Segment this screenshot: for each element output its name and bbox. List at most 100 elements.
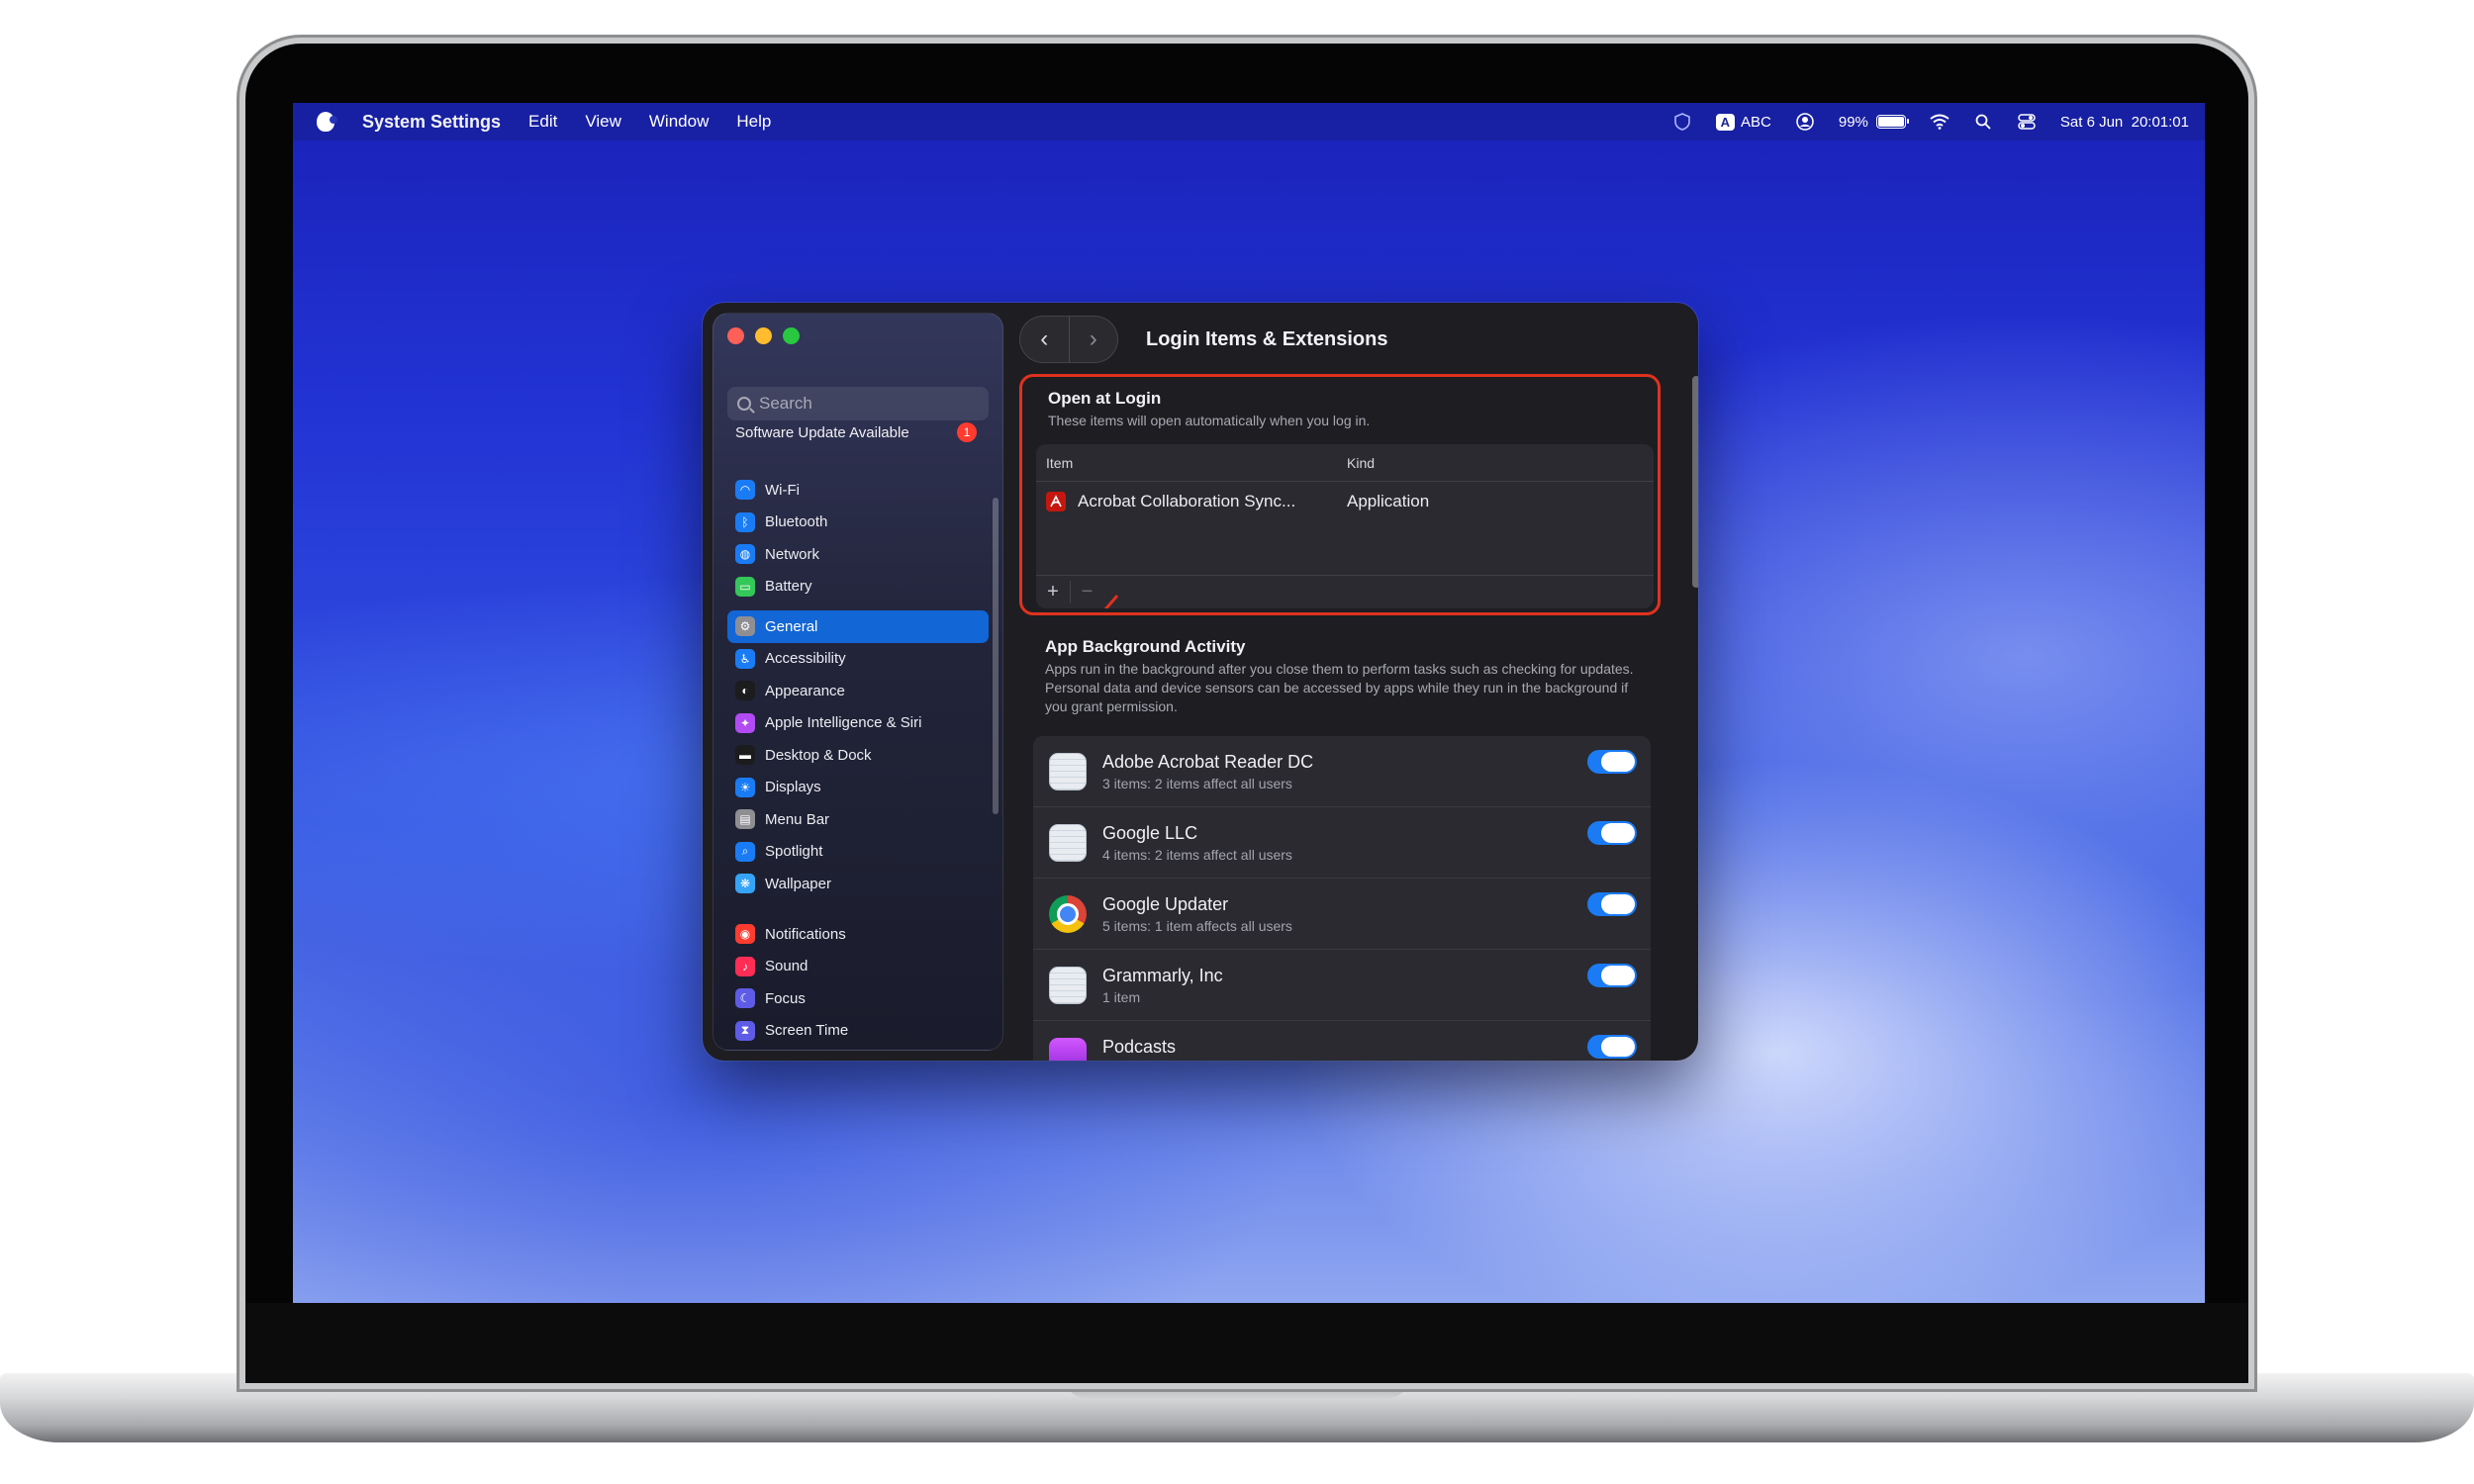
- forward-button[interactable]: ›: [1068, 317, 1118, 362]
- list-item: Google Updater 5 items: 1 item affects al…: [1033, 879, 1651, 950]
- sidebar-group-system: ⚙ General ♿ Accessibility ◐ Appearance ✦ Apple …: [727, 610, 989, 900]
- background-activity-list: Adobe Acrobat Reader DC 3 items: 2 items …: [1033, 736, 1651, 1061]
- list-item: Adobe Acrobat Reader DC 3 items: 2 items …: [1033, 736, 1651, 807]
- sidebar-scrollbar[interactable]: [993, 498, 999, 814]
- list-item: Podcasts 1 item: [1033, 1021, 1651, 1061]
- sidebar-item-label: Screen Time: [765, 1022, 849, 1040]
- menu-edit[interactable]: Edit: [528, 112, 557, 132]
- sidebar-item-network[interactable]: ◍ Network: [727, 538, 989, 571]
- sidebar-group-connectivity: ◠ Wi-Fi ᛒ Bluetooth ◍ Network ▭ Battery: [727, 474, 989, 603]
- sidebar-item-menu-bar[interactable]: ▤ Menu Bar: [727, 803, 989, 836]
- sidebar-item-general[interactable]: ⚙ General: [727, 610, 989, 643]
- content-scrollbar[interactable]: [1692, 376, 1698, 588]
- wallpaper-icon: ❋: [735, 874, 755, 894]
- search-icon: [737, 397, 751, 411]
- user-account-icon[interactable]: [1795, 112, 1815, 132]
- list-item-name: Google Updater: [1102, 893, 1229, 914]
- sound-icon: ♪: [735, 956, 755, 976]
- menu-app-name[interactable]: System Settings: [362, 112, 501, 133]
- background-toggle[interactable]: [1587, 821, 1637, 845]
- list-item-text: Google Updater 5 items: 1 item affects al…: [1102, 894, 1292, 934]
- battery-icon: ▭: [735, 576, 755, 597]
- notifications-icon: ◉: [735, 924, 755, 945]
- menu-window[interactable]: Window: [649, 112, 709, 132]
- sidebar: Search Software Update Available 1 ◠ Wi-F…: [713, 313, 1003, 1051]
- sidebar-item-label: Accessibility: [765, 650, 846, 668]
- sidebar-item-displays[interactable]: ☀ Displays: [727, 772, 989, 804]
- sidebar-item-label: Apple Intelligence & Siri: [765, 714, 922, 732]
- column-kind[interactable]: Kind: [1347, 455, 1375, 471]
- sidebar-item-desktop-dock[interactable]: ▬ Desktop & Dock: [727, 739, 989, 772]
- vpn-shield-icon[interactable]: [1672, 112, 1692, 132]
- remove-login-item-button[interactable]: −: [1070, 581, 1103, 603]
- sidebar-item-label: Appearance: [765, 682, 845, 699]
- menubar-icon: ▤: [735, 809, 755, 830]
- generic-app-icon: [1049, 752, 1087, 790]
- software-update-label: Software Update Available: [735, 423, 909, 441]
- appearance-icon: ◐: [735, 681, 755, 701]
- acrobat-icon: [1046, 492, 1066, 511]
- control-center-icon[interactable]: [2017, 112, 2037, 132]
- background-toggle[interactable]: [1587, 750, 1637, 774]
- sidebar-item-wi-fi[interactable]: ◠ Wi-Fi: [727, 474, 989, 507]
- input-source-badge: A: [1715, 113, 1736, 131]
- sidebar-item-label: Wallpaper: [765, 875, 831, 892]
- dock-icon: ▬: [735, 745, 755, 766]
- list-item-text: Google LLC 4 items: 2 items affect all us…: [1102, 823, 1292, 863]
- close-button[interactable]: [727, 327, 744, 344]
- sidebar-item-sound[interactable]: ♪ Sound: [727, 951, 989, 983]
- sidebar-item-focus[interactable]: ☾ Focus: [727, 982, 989, 1015]
- displays-icon: ☀: [735, 777, 755, 797]
- podcasts-icon: [1049, 1037, 1087, 1061]
- sidebar-item-spotlight[interactable]: ⌕ Spotlight: [727, 836, 989, 869]
- menu-view[interactable]: View: [585, 112, 621, 132]
- wifi-icon[interactable]: [1930, 112, 1950, 132]
- page-title: Login Items & Extensions: [1146, 327, 1388, 350]
- spotlight-search-icon[interactable]: [1973, 112, 1993, 132]
- list-item-text: Adobe Acrobat Reader DC 3 items: 2 items …: [1102, 752, 1313, 791]
- sidebar-item-battery[interactable]: ▭ Battery: [727, 571, 989, 603]
- sidebar-item-screen-time[interactable]: ⧗ Screen Time: [727, 1015, 989, 1048]
- list-item: Grammarly, Inc 1 item: [1033, 950, 1651, 1021]
- software-update-badge: 1: [957, 422, 977, 442]
- search-input[interactable]: Search: [727, 387, 989, 420]
- bluetooth-icon: ᛒ: [735, 511, 755, 532]
- background-toggle[interactable]: [1587, 1035, 1637, 1059]
- open-at-login-subtitle: These items will open automatically when…: [1048, 413, 1371, 428]
- item-cell: Acrobat Collaboration Sync...: [1036, 492, 1347, 511]
- add-login-item-button[interactable]: +: [1036, 581, 1070, 603]
- software-update-item[interactable]: Software Update Available 1: [735, 422, 993, 442]
- sidebar-item-label: Wi-Fi: [765, 481, 800, 499]
- column-item[interactable]: Item: [1036, 455, 1347, 471]
- battery-status[interactable]: 99%: [1839, 114, 1909, 131]
- screen-time-icon: ⧗: [735, 1020, 755, 1041]
- menu-help[interactable]: Help: [736, 112, 771, 132]
- sidebar-item-appearance[interactable]: ◐ Appearance: [727, 675, 989, 707]
- sidebar-item-label: Network: [765, 545, 820, 563]
- sidebar-item-wallpaper[interactable]: ❋ Wallpaper: [727, 868, 989, 900]
- sidebar-item-notifications[interactable]: ◉ Notifications: [727, 918, 989, 951]
- background-toggle[interactable]: [1587, 892, 1637, 916]
- sidebar-item-apple-intelligence-siri[interactable]: ✦ Apple Intelligence & Siri: [727, 707, 989, 740]
- sidebar-item-bluetooth[interactable]: ᛒ Bluetooth: [727, 507, 989, 539]
- list-item: Google LLC 4 items: 2 items affect all us…: [1033, 807, 1651, 879]
- input-source-menu[interactable]: A ABC: [1715, 113, 1771, 131]
- generic-app-icon: [1049, 823, 1087, 862]
- background-toggle[interactable]: [1587, 964, 1637, 987]
- navigation-buttons: ‹ ›: [1019, 316, 1118, 363]
- item-kind: Application: [1347, 492, 1430, 510]
- window-controls: [727, 327, 800, 344]
- list-item-detail: 1 item: [1102, 1061, 1176, 1062]
- minimize-button[interactable]: [755, 327, 772, 344]
- spotlight-icon: ⌕: [735, 841, 755, 862]
- sidebar-item-label: Battery: [765, 578, 812, 596]
- sidebar-item-accessibility[interactable]: ♿ Accessibility: [727, 643, 989, 676]
- globe-icon: ◍: [735, 544, 755, 565]
- menu-clock[interactable]: Sat 6 Jun 20:01:01: [2060, 114, 2189, 131]
- table-header: Item Kind: [1036, 444, 1654, 482]
- apple-menu-icon[interactable]: [317, 112, 337, 132]
- table-row[interactable]: Acrobat Collaboration Sync... Applicatio…: [1036, 482, 1654, 521]
- zoom-button[interactable]: [783, 327, 800, 344]
- back-button[interactable]: ‹: [1020, 317, 1069, 362]
- laptop-chin: [245, 1303, 2248, 1383]
